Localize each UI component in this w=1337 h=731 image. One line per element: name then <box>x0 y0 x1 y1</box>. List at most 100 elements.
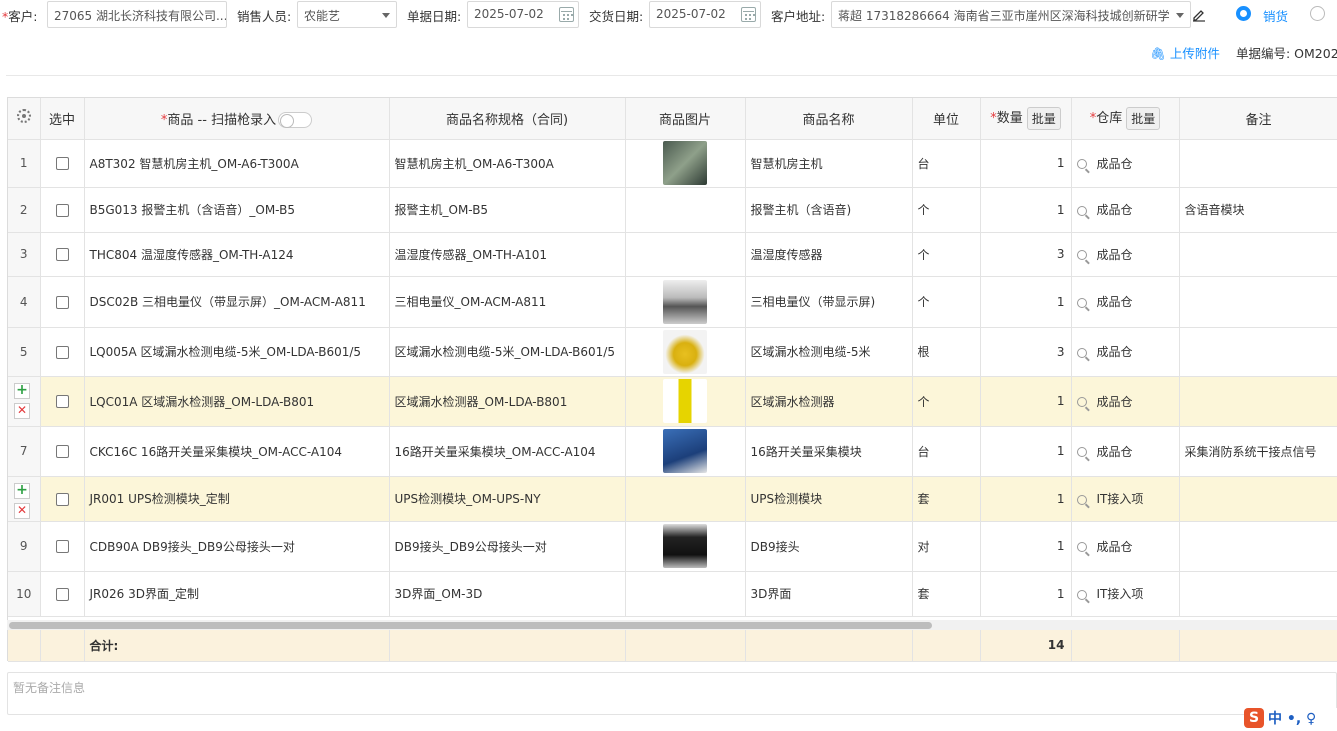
product-cell[interactable]: DSC02B 三相电量仪（带显示屏）_OM-ACM-A811 <box>84 276 390 328</box>
remark-cell[interactable] <box>1179 376 1337 427</box>
radio-sales-label[interactable]: 销货 <box>1263 6 1288 25</box>
warehouse-batch-button[interactable]: 批量 <box>1126 106 1161 130</box>
product-image[interactable] <box>663 429 707 473</box>
remark-textarea[interactable]: 暂无备注信息 <box>7 672 1337 715</box>
name-cell[interactable]: 16路开关量采集模块 <box>745 426 913 477</box>
warehouse-cell[interactable]: 成品仓 <box>1071 327 1180 377</box>
name-cell[interactable]: 区域漏水检测电缆-5米 <box>745 327 913 377</box>
remark-cell[interactable] <box>1179 139 1337 188</box>
search-icon[interactable] <box>1076 159 1087 169</box>
edit-icon[interactable] <box>1191 6 1207 22</box>
product-cell[interactable]: JR001 UPS检测模块_定制 <box>84 476 390 522</box>
qty-cell[interactable]: 1 <box>980 426 1072 477</box>
row-checkbox[interactable] <box>55 157 69 170</box>
column-settings[interactable] <box>8 98 41 140</box>
row-checkbox[interactable] <box>55 203 69 217</box>
name-cell[interactable]: 温湿度传感器 <box>745 232 913 277</box>
warehouse-cell[interactable]: 成品仓 <box>1071 376 1180 427</box>
search-icon[interactable] <box>1076 297 1087 308</box>
product-cell[interactable]: JR026 3D界面_定制 <box>84 571 390 617</box>
search-icon[interactable] <box>1076 494 1087 505</box>
product-image[interactable] <box>663 379 707 423</box>
product-cell[interactable]: CKC16C 16路开关量采集模块_OM-ACC-A104 <box>84 426 390 477</box>
product-image[interactable] <box>663 141 707 185</box>
name-cell[interactable]: 3D界面 <box>745 571 913 617</box>
spec-cell[interactable]: 16路开关量采集模块_OM-ACC-A104 <box>389 426 626 477</box>
warehouse-cell[interactable]: 成品仓 <box>1071 139 1180 188</box>
spec-cell[interactable]: 温湿度传感器_OM-TH-A101 <box>389 232 626 277</box>
spec-cell[interactable]: 三相电量仪_OM-ACM-A811 <box>389 276 626 328</box>
ime-toolbar[interactable]: S中 •, ♀ <box>1244 708 1337 731</box>
name-cell[interactable]: DB9接头 <box>745 521 913 572</box>
sales-person-select[interactable]: 农能艺 <box>297 1 397 28</box>
search-icon[interactable] <box>1076 542 1087 552</box>
remark-cell[interactable]: 采集消防系统干接点信号 <box>1179 426 1337 477</box>
table-row[interactable]: + ✕ JR001 UPS检测模块_定制 UPS检测模块_OM-UPS-NY UPS检测… <box>8 476 1337 522</box>
gear-icon[interactable] <box>16 109 31 124</box>
table-row[interactable]: 9 CDB90A DB9接头_DB9公母接头一对 DB9接头_DB9公母接头一对 DB… <box>8 521 1337 572</box>
remark-cell[interactable] <box>1179 476 1337 522</box>
warehouse-cell[interactable]: 成品仓 <box>1071 521 1180 572</box>
scrollbar-thumb[interactable] <box>9 622 932 629</box>
spec-cell[interactable]: 智慧机房主机_OM-A6-T300A <box>389 139 626 188</box>
product-cell[interactable]: THC804 温湿度传感器_OM-TH-A124 <box>84 232 390 277</box>
product-cell[interactable]: A8T302 智慧机房主机_OM-A6-T300A <box>84 139 390 188</box>
warehouse-cell[interactable]: 成品仓 <box>1071 426 1180 477</box>
remark-cell[interactable] <box>1179 276 1337 328</box>
qty-cell[interactable]: 1 <box>980 187 1072 233</box>
product-image[interactable] <box>663 279 707 324</box>
qty-cell[interactable]: 1 <box>980 276 1072 328</box>
spec-cell[interactable]: 区域漏水检测电缆-5米_OM-LDA-B601/5 <box>389 327 626 377</box>
qty-cell[interactable]: 1 <box>980 139 1072 188</box>
row-checkbox[interactable] <box>55 295 69 309</box>
customer-select[interactable]: 27065 湖北长济科技有限公司... <box>47 1 227 28</box>
product-cell[interactable]: LQ005A 区域漏水检测电缆-5米_OM-LDA-B601/5 <box>84 327 390 377</box>
delivery-date-picker[interactable]: 2025-07-02 <box>649 1 761 28</box>
warehouse-cell[interactable]: 成品仓 <box>1071 232 1180 277</box>
remark-cell[interactable] <box>1179 571 1337 617</box>
warehouse-cell[interactable]: IT接入项 <box>1071 571 1180 617</box>
product-cell[interactable]: B5G013 报警主机（含语音）_OM-B5 <box>84 187 390 233</box>
search-icon[interactable] <box>1076 397 1087 407</box>
row-checkbox[interactable] <box>55 492 69 506</box>
delete-row-icon[interactable]: ✕ <box>14 402 30 419</box>
ime-status[interactable]: 中 •, ♀ <box>1268 708 1316 728</box>
table-row[interactable]: 7 CKC16C 16路开关量采集模块_OM-ACC-A104 16路开关量采集模块… <box>8 426 1337 477</box>
search-icon[interactable] <box>1076 205 1087 216</box>
table-row[interactable]: 2 B5G013 报警主机（含语音）_OM-B5 报警主机_OM-B5 报警主机（含语… <box>8 187 1337 233</box>
spec-cell[interactable]: DB9接头_DB9公母接头一对 <box>389 521 626 572</box>
remark-cell[interactable] <box>1179 521 1337 572</box>
warehouse-cell[interactable]: 成品仓 <box>1071 276 1180 328</box>
upload-attachment-link[interactable]: 🖇 上传附件 <box>1150 43 1220 62</box>
row-checkbox[interactable] <box>55 540 69 553</box>
name-cell[interactable]: 智慧机房主机 <box>745 139 913 188</box>
product-cell[interactable]: CDB90A DB9接头_DB9公母接头一对 <box>84 521 390 572</box>
add-row-icon[interactable]: + <box>14 382 30 399</box>
qty-cell[interactable]: 1 <box>980 476 1072 522</box>
qty-cell[interactable]: 1 <box>980 521 1072 572</box>
row-checkbox[interactable] <box>55 445 69 458</box>
table-row[interactable]: 5 LQ005A 区域漏水检测电缆-5米_OM-LDA-B601/5 区域漏水检测电… <box>8 327 1337 377</box>
table-row[interactable]: 3 THC804 温湿度传感器_OM-TH-A124 温湿度传感器_OM-TH-A1… <box>8 232 1337 277</box>
name-cell[interactable]: 三相电量仪（带显示屏) <box>745 276 913 328</box>
radio-sales[interactable] <box>1236 6 1251 21</box>
row-checkbox[interactable] <box>55 345 69 359</box>
add-row-icon[interactable]: + <box>14 482 30 499</box>
spec-cell[interactable]: 报警主机_OM-B5 <box>389 187 626 233</box>
table-row[interactable]: 10 JR026 3D界面_定制 3D界面_OM-3D 3D界面套 1 IT接入项 <box>8 571 1337 617</box>
product-image[interactable] <box>663 524 707 568</box>
warehouse-cell[interactable]: IT接入项 <box>1071 476 1180 522</box>
doc-date-picker[interactable]: 2025-07-02 <box>467 1 579 28</box>
search-icon[interactable] <box>1076 250 1087 260</box>
row-checkbox[interactable] <box>55 248 69 261</box>
table-row[interactable]: 4 DSC02B 三相电量仪（带显示屏）_OM-ACM-A811 三相电量仪_OM-… <box>8 276 1337 328</box>
name-cell[interactable]: 报警主机（含语音) <box>745 187 913 233</box>
table-row[interactable]: 1 A8T302 智慧机房主机_OM-A6-T300A 智慧机房主机_OM-A6-T… <box>8 139 1337 188</box>
remark-cell[interactable] <box>1179 327 1337 377</box>
remark-cell[interactable]: 含语音模块 <box>1179 187 1337 233</box>
customer-address-select[interactable]: 蒋超 17318286664 海南省三亚市崖州区深海科技城创新研学 <box>831 1 1191 28</box>
spec-cell[interactable]: 区域漏水检测器_OM-LDA-B801 <box>389 376 626 427</box>
search-icon[interactable] <box>1076 347 1087 358</box>
product-cell[interactable]: LQC01A 区域漏水检测器_OM-LDA-B801 <box>84 376 390 427</box>
product-image[interactable] <box>663 329 707 374</box>
